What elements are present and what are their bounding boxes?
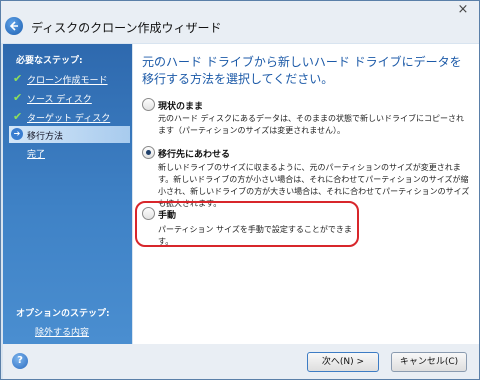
steps-sidebar: 必要なステップ: ✔ クローン作成モード ✔ ソース ディスク ✔ ターゲット … [3, 44, 132, 344]
checkmark-icon: ✔ [13, 110, 23, 123]
main-panel: 元のハード ドライブから新しいハード ドライブにデータを移行する方法を選択してく… [133, 44, 479, 344]
checkmark-icon: ✔ [13, 72, 23, 85]
option-as-is-radio[interactable] [142, 98, 155, 111]
step-exclusions[interactable]: 除外する内容 [9, 322, 130, 339]
wizard-footer: ? 次へ(N) > キャンセル(C) [3, 344, 479, 379]
step-source-disk[interactable]: ✔ ソース ディスク [9, 89, 130, 106]
option-as-is-label[interactable]: 現状のまま [158, 99, 203, 112]
step-clone-mode[interactable]: ✔ クローン作成モード [9, 70, 130, 87]
step-target-disk[interactable]: ✔ ターゲット ディスク [9, 108, 130, 125]
back-arrow-icon[interactable] [5, 17, 23, 35]
window-title: ディスクのクローン作成ウィザード [31, 21, 222, 35]
option-proportional-label[interactable]: 移行先にあわせる [158, 147, 230, 160]
close-button[interactable]: × [455, 3, 471, 17]
step-label: 完了 [27, 150, 46, 160]
step-move-method[interactable]: ➔ 移行方法 [9, 126, 130, 143]
option-manual-label[interactable]: 手動 [158, 208, 176, 221]
required-steps-heading: 必要なステップ: [16, 56, 83, 66]
step-label: ソース ディスク [27, 95, 92, 105]
option-manual-radio[interactable] [142, 207, 155, 220]
step-label: クローン作成モード [27, 76, 108, 86]
step-label: 移行方法 [27, 132, 64, 142]
checkmark-icon: ✔ [13, 91, 23, 104]
title-bar: ディスクのクローン作成ウィザード × [1, 1, 479, 43]
page-heading: 元のハード ドライブから新しいハード ドライブにデータを移行する方法を選択してく… [142, 55, 462, 86]
step-label: ターゲット ディスク [27, 114, 111, 124]
optional-steps-heading: オプションのステップ: [16, 309, 110, 319]
next-button[interactable]: 次へ(N) > [307, 352, 379, 372]
wizard-window: ディスクのクローン作成ウィザード × 必要なステップ: ✔ クローン作成モード … [0, 0, 480, 380]
option-as-is-description: 元のハード ディスクにあるデータは、そのままの状態で新しいドライブにコピーされま… [158, 114, 464, 135]
help-icon[interactable]: ? [12, 353, 28, 369]
option-manual-description: パーティション サイズを手動で設定することができます。 [158, 225, 352, 246]
option-proportional-radio[interactable] [142, 146, 155, 159]
cancel-button[interactable]: キャンセル(C) [391, 352, 467, 372]
step-finish[interactable]: 完了 [9, 144, 130, 161]
current-step-arrow-icon: ➔ [11, 128, 23, 140]
step-label: 除外する内容 [35, 328, 90, 338]
